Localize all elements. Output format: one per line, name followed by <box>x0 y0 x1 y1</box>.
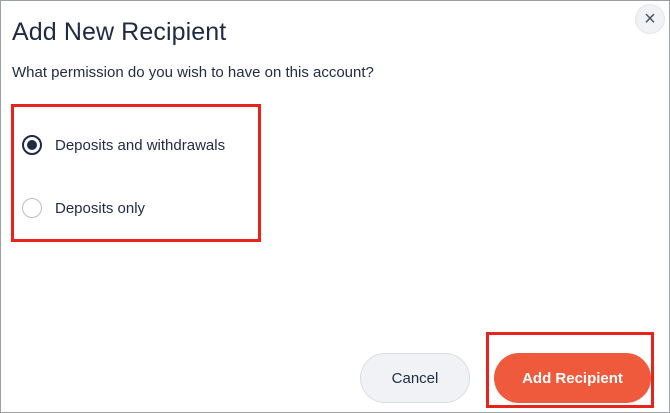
radio-option-deposits-and-withdrawals[interactable]: Deposits and withdrawals <box>22 135 225 155</box>
radio-selected-icon[interactable] <box>22 135 42 155</box>
radio-unselected-icon[interactable] <box>22 198 42 218</box>
add-recipient-dialog: × Add New Recipient What permission do y… <box>0 0 670 413</box>
cancel-button[interactable]: Cancel <box>360 353 470 403</box>
annotation-highlight-options <box>11 104 261 242</box>
add-recipient-button[interactable]: Add Recipient <box>494 353 651 403</box>
radio-label: Deposits and withdrawals <box>55 136 226 154</box>
close-button[interactable]: × <box>635 4 665 34</box>
radio-option-deposits-only[interactable]: Deposits only <box>22 198 145 218</box>
permission-question: What permission do you wish to have on t… <box>12 64 374 81</box>
close-icon: × <box>644 8 656 30</box>
dialog-title: Add New Recipient <box>12 18 227 46</box>
radio-label: Deposits only <box>55 199 146 217</box>
